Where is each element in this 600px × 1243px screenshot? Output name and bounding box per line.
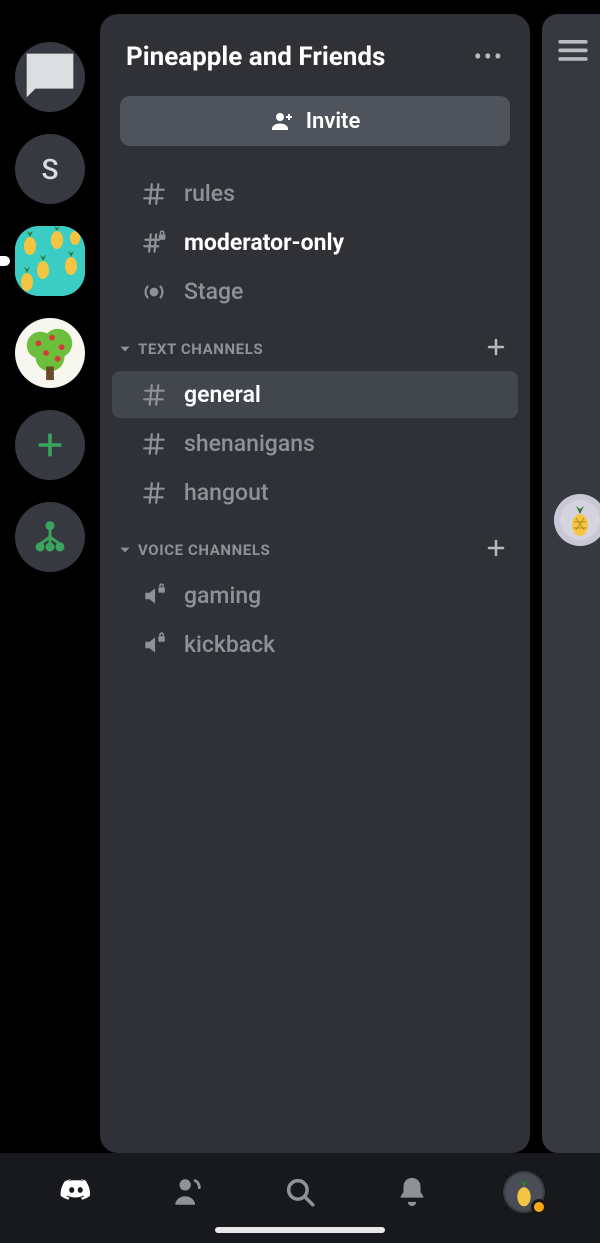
tree-icon: [21, 324, 79, 382]
server-pineapple[interactable]: [15, 226, 85, 296]
plus-icon: [33, 428, 67, 462]
channel-shenanigans[interactable]: shenanigans: [112, 420, 518, 467]
network-icon: [33, 520, 67, 554]
server-rail: S: [0, 14, 100, 1153]
tab-home[interactable]: [46, 1162, 106, 1222]
channel-label: kickback: [184, 631, 275, 658]
channel-label: hangout: [184, 479, 269, 506]
message-avatar[interactable]: [554, 494, 600, 546]
invite-label: Invite: [306, 109, 361, 134]
category-text-channels: TEXT CHANNELS: [100, 317, 530, 369]
text-locked-icon: [140, 230, 168, 256]
voice-locked-icon: [140, 632, 168, 658]
voice-locked-icon: [140, 583, 168, 609]
stage-icon: [140, 279, 168, 305]
chat-bubble-icon: [15, 42, 85, 112]
category-label: VOICE CHANNELS: [138, 541, 270, 559]
plus-icon: [484, 335, 508, 359]
status-idle-icon: [531, 1199, 547, 1215]
chevron-down-icon: [118, 543, 132, 557]
plus-icon: [484, 536, 508, 560]
text-icon: [140, 181, 168, 207]
hamburger-icon[interactable]: [558, 40, 588, 66]
home-indicator: [215, 1227, 385, 1233]
tab-notifications[interactable]: [382, 1162, 442, 1222]
text-icon: [140, 431, 168, 457]
channel-hangout[interactable]: hangout: [112, 469, 518, 516]
chevron-down-icon: [118, 342, 132, 356]
channel-label: rules: [184, 180, 235, 207]
server-s[interactable]: S: [15, 134, 85, 204]
server-tree[interactable]: [15, 318, 85, 388]
channel-label: general: [184, 381, 261, 408]
text-icon: [140, 382, 168, 408]
bell-icon: [395, 1175, 429, 1209]
server-title[interactable]: Pineapple and Friends: [126, 42, 385, 72]
channel-general[interactable]: general: [112, 371, 518, 418]
channel-label: moderator-only: [184, 229, 344, 256]
channel-label: gaming: [184, 582, 261, 609]
chat-preview-sliver[interactable]: [542, 14, 600, 1153]
category-toggle[interactable]: VOICE CHANNELS: [118, 541, 270, 559]
channel-rules[interactable]: rules: [112, 170, 518, 217]
discord-logo-icon: [59, 1175, 93, 1209]
tab-friends[interactable]: [158, 1162, 218, 1222]
category-voice-channels: VOICE CHANNELS: [100, 518, 530, 570]
category-toggle[interactable]: TEXT CHANNELS: [118, 340, 263, 358]
channel-gaming[interactable]: gaming: [112, 572, 518, 619]
channel-stage[interactable]: Stage: [112, 268, 518, 315]
tab-search[interactable]: [270, 1162, 330, 1222]
dm-button[interactable]: [15, 42, 85, 112]
search-icon: [283, 1175, 317, 1209]
server-s-initial: S: [42, 153, 59, 186]
channel-panel: Pineapple and Friends ••• Invite rules mo…: [100, 14, 530, 1153]
pineapple-avatar-icon: [560, 500, 600, 540]
discover-servers-button[interactable]: [15, 502, 85, 572]
add-channel-button[interactable]: [484, 536, 508, 564]
active-server-indicator: [0, 256, 10, 266]
friend-wave-icon: [171, 1175, 205, 1209]
invite-button[interactable]: Invite: [120, 96, 510, 146]
channel-kickback[interactable]: kickback: [112, 621, 518, 668]
channel-moderator-only[interactable]: moderator-only: [112, 219, 518, 266]
text-icon: [140, 480, 168, 506]
channel-label: Stage: [184, 278, 243, 305]
channel-label: shenanigans: [184, 430, 315, 457]
add-server-button[interactable]: [15, 410, 85, 480]
profile-avatar: [503, 1171, 545, 1213]
tab-profile[interactable]: [494, 1162, 554, 1222]
person-add-icon: [270, 109, 294, 133]
server-menu-button[interactable]: •••: [474, 43, 504, 71]
category-label: TEXT CHANNELS: [138, 340, 263, 358]
pineapple-pattern-icon: [15, 226, 85, 296]
add-channel-button[interactable]: [484, 335, 508, 363]
